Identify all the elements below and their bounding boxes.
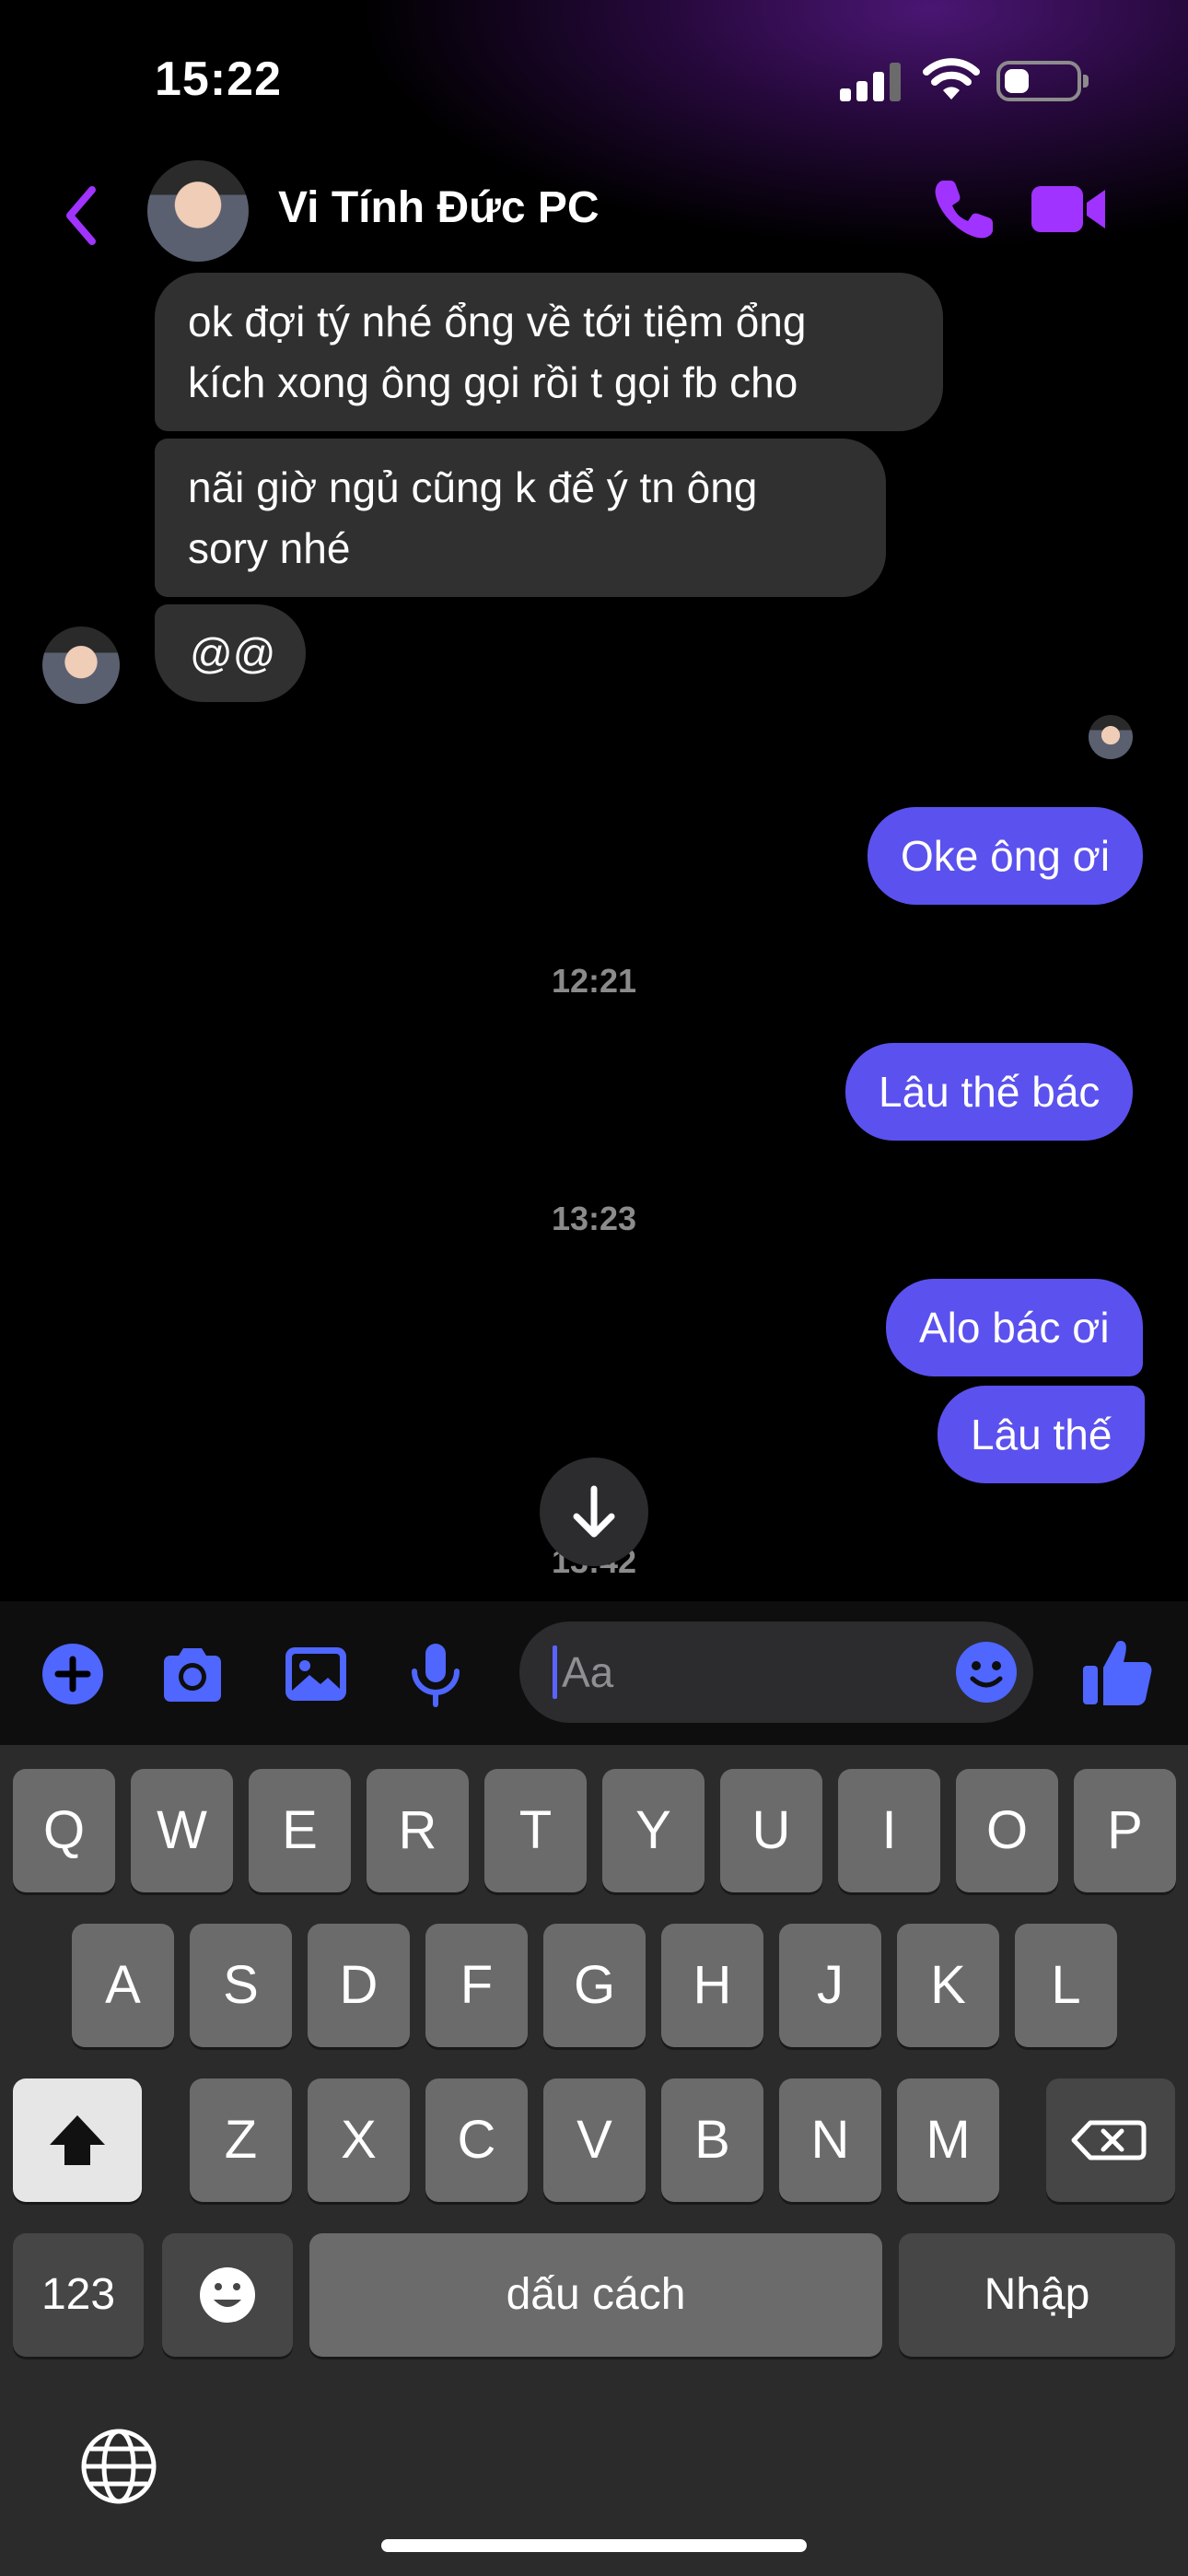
video-camera-icon[interactable] [1030,179,1109,240]
incoming-message[interactable]: @@ [155,604,306,702]
key-x[interactable]: X [308,2078,410,2202]
key-g[interactable]: G [543,1924,646,2047]
key-d[interactable]: D [308,1924,410,2047]
outgoing-message[interactable]: Oke ông ơi [868,807,1144,905]
emoji-key[interactable] [162,2233,293,2357]
timestamp: 13:23 [551,1200,637,1237]
emoji-icon[interactable] [952,1638,1020,1706]
key-k[interactable]: K [897,1924,999,2047]
key-j[interactable]: J [779,1924,881,2047]
status-bar: 15:22 [0,0,1188,157]
globe-icon[interactable] [76,2423,162,2510]
emoji-icon [200,2267,255,2323]
message-placeholder: Aa [562,1648,614,1696]
shift-icon [50,2115,105,2165]
space-key[interactable]: dấu cách [309,2233,882,2357]
arrow-down-icon [573,1485,615,1538]
key-w[interactable]: W [131,1769,233,1892]
chat-header: Vi Tính Đức PC [0,157,1188,267]
shift-key[interactable] [13,2078,142,2202]
outgoing-message[interactable]: Lâu thế bác [845,1043,1134,1141]
cellular-signal-icon [840,63,901,101]
keyboard: Q W E R T Y U I O P A S D F G H J K L Z … [0,1745,1188,2576]
microphone-icon[interactable] [402,1640,470,1708]
battery-icon [996,61,1089,101]
home-indicator[interactable] [381,2539,807,2552]
phone-icon[interactable] [930,175,998,243]
key-y[interactable]: Y [602,1769,705,1892]
text-caret [553,1645,557,1699]
key-p[interactable]: P [1074,1769,1176,1892]
message-composer: Aa [0,1601,1188,1745]
key-i[interactable]: I [838,1769,940,1892]
key-t[interactable]: T [484,1769,587,1892]
camera-icon[interactable] [158,1640,227,1708]
key-a[interactable]: A [72,1924,174,2047]
key-r[interactable]: R [367,1769,469,1892]
back-chevron-icon[interactable] [57,179,109,252]
numbers-key[interactable]: 123 [13,2233,144,2357]
backspace-key[interactable] [1046,2078,1175,2202]
key-u[interactable]: U [720,1769,822,1892]
key-b[interactable]: B [661,2078,763,2202]
key-q[interactable]: Q [13,1769,115,1892]
incoming-message[interactable]: ok đợi tý nhé ổng về tới tiệm ổng kích x… [155,273,943,431]
key-v[interactable]: V [543,2078,646,2202]
contact-avatar[interactable] [147,160,249,262]
message-input[interactable]: Aa [519,1622,1033,1723]
key-e[interactable]: E [249,1769,351,1892]
key-s[interactable]: S [190,1924,292,2047]
sender-avatar[interactable] [42,626,120,704]
timestamp: 12:21 [551,962,637,1000]
return-key[interactable]: Nhập [899,2233,1175,2357]
outgoing-message[interactable]: Lâu thế [938,1386,1146,1483]
key-c[interactable]: C [425,2078,528,2202]
key-f[interactable]: F [425,1924,528,2047]
key-n[interactable]: N [779,2078,881,2202]
backspace-icon [1071,2120,1147,2160]
key-o[interactable]: O [956,1769,1058,1892]
scroll-to-bottom-button[interactable] [540,1458,648,1566]
wifi-icon [923,58,980,100]
key-h[interactable]: H [661,1924,763,2047]
outgoing-message[interactable]: Alo bác ơi [886,1279,1143,1376]
seen-avatar [1089,715,1133,759]
status-time: 15:22 [155,53,282,106]
incoming-message[interactable]: nãi giờ ngủ cũng k để ý tn ông sory nhé [155,439,886,597]
plus-icon[interactable] [39,1640,107,1708]
image-icon[interactable] [282,1640,350,1708]
key-m[interactable]: M [897,2078,999,2202]
key-z[interactable]: Z [190,2078,292,2202]
key-l[interactable]: L [1015,1924,1117,2047]
thumbs-up-icon[interactable] [1079,1634,1155,1710]
contact-name[interactable]: Vi Tính Đức PC [278,182,600,233]
